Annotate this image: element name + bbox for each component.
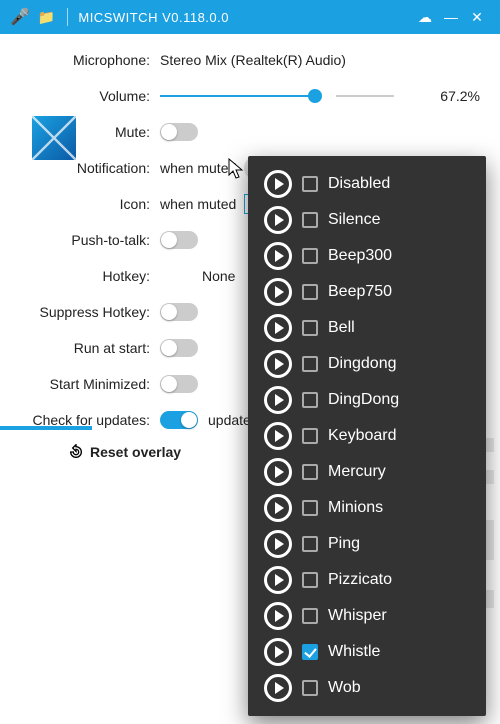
- sound-option[interactable]: Beep750: [248, 274, 486, 310]
- titlebar: 🎤 📁 MICSWITCH V0.118.0.0 ☁ — ✕: [0, 0, 500, 34]
- sound-label: Ping: [328, 535, 360, 553]
- slider-thumb[interactable]: [308, 89, 322, 103]
- run-at-start-toggle[interactable]: [160, 339, 198, 357]
- sound-checkbox[interactable]: [302, 680, 318, 696]
- sound-option[interactable]: Pizzicato: [248, 562, 486, 598]
- sound-option[interactable]: Disabled: [248, 166, 486, 202]
- microphone-value[interactable]: Stereo Mix (Realtek(R) Audio): [160, 52, 480, 68]
- run-at-start-label: Run at start:: [20, 340, 160, 356]
- sound-label: DingDong: [328, 391, 399, 409]
- sound-checkbox[interactable]: [302, 356, 318, 372]
- start-min-toggle[interactable]: [160, 375, 198, 393]
- folder-icon[interactable]: 📁: [38, 9, 55, 26]
- sound-option[interactable]: Beep300: [248, 238, 486, 274]
- sound-checkbox[interactable]: [302, 320, 318, 336]
- start-min-label: Start Minimized:: [20, 376, 160, 392]
- mute-toggle[interactable]: [160, 123, 198, 141]
- ptt-toggle[interactable]: [160, 231, 198, 249]
- app-title: MICSWITCH V0.118.0.0: [78, 10, 229, 25]
- volume-slider[interactable]: [160, 95, 316, 97]
- icon-label: Icon:: [20, 196, 160, 212]
- sound-option[interactable]: Ping: [248, 526, 486, 562]
- play-icon[interactable]: [264, 494, 292, 522]
- sound-checkbox[interactable]: [302, 176, 318, 192]
- play-icon[interactable]: [264, 278, 292, 306]
- sound-label: Pizzicato: [328, 571, 392, 589]
- play-icon[interactable]: [264, 314, 292, 342]
- play-icon[interactable]: [264, 638, 292, 666]
- ptt-label: Push-to-talk:: [20, 232, 160, 248]
- play-icon[interactable]: [264, 350, 292, 378]
- updates-toggle[interactable]: [160, 411, 198, 429]
- sound-label: Bell: [328, 319, 355, 337]
- sound-label: Whisper: [328, 607, 387, 625]
- sound-label: Mercury: [328, 463, 386, 481]
- play-icon[interactable]: [264, 458, 292, 486]
- separator: [67, 8, 68, 26]
- play-icon[interactable]: [264, 422, 292, 450]
- sound-option[interactable]: Whisper: [248, 598, 486, 634]
- play-icon[interactable]: [264, 566, 292, 594]
- sound-label: Dingdong: [328, 355, 397, 373]
- play-icon[interactable]: [264, 206, 292, 234]
- sound-option[interactable]: DingDong: [248, 382, 486, 418]
- sound-option[interactable]: Whistle: [248, 634, 486, 670]
- sound-label: Disabled: [328, 175, 390, 193]
- sound-label: Wob: [328, 679, 361, 697]
- sound-label: Silence: [328, 211, 380, 229]
- cloud-icon[interactable]: ☁: [412, 9, 438, 26]
- play-icon[interactable]: [264, 170, 292, 198]
- suppress-label: Suppress Hotkey:: [20, 304, 160, 320]
- sound-option[interactable]: Bell: [248, 310, 486, 346]
- close-button[interactable]: ✕: [464, 9, 490, 26]
- hotkey-label: Hotkey:: [20, 268, 160, 284]
- sound-dropdown: Disabled Silence Beep300 Beep750 Bell Dingdon…: [248, 156, 486, 716]
- sound-checkbox[interactable]: [302, 248, 318, 264]
- sound-label: Minions: [328, 499, 383, 517]
- sound-checkbox[interactable]: [302, 284, 318, 300]
- sound-option[interactable]: Mercury: [248, 454, 486, 490]
- play-icon[interactable]: [264, 242, 292, 270]
- sound-option[interactable]: Wob: [248, 670, 486, 706]
- sound-option[interactable]: Minions: [248, 490, 486, 526]
- volume-label: Volume:: [20, 88, 160, 104]
- suppress-toggle[interactable]: [160, 303, 198, 321]
- sound-checkbox[interactable]: [302, 608, 318, 624]
- notification-muted-text: when muted: [160, 160, 236, 176]
- sound-option[interactable]: Dingdong: [248, 346, 486, 382]
- play-icon[interactable]: [264, 530, 292, 558]
- play-icon[interactable]: [264, 602, 292, 630]
- play-icon[interactable]: [264, 674, 292, 702]
- sound-option[interactable]: Silence: [248, 202, 486, 238]
- app-logo: [32, 116, 76, 160]
- mic-icon: 🎤: [10, 7, 30, 27]
- sound-checkbox[interactable]: [302, 536, 318, 552]
- sound-checkbox[interactable]: [302, 644, 318, 660]
- sound-checkbox[interactable]: [302, 464, 318, 480]
- minimize-button[interactable]: —: [438, 9, 464, 25]
- volume-percent: 67.2%: [406, 88, 480, 104]
- sound-option[interactable]: Keyboard: [248, 418, 486, 454]
- sound-label: Keyboard: [328, 427, 397, 445]
- sound-checkbox[interactable]: [302, 572, 318, 588]
- icon-muted-text: when muted: [160, 196, 236, 212]
- notification-label: Notification:: [20, 160, 160, 176]
- sound-label: Beep750: [328, 283, 392, 301]
- sound-checkbox[interactable]: [302, 500, 318, 516]
- play-icon[interactable]: [264, 386, 292, 414]
- sound-checkbox[interactable]: [302, 392, 318, 408]
- microphone-label: Microphone:: [20, 52, 160, 68]
- sound-label: Beep300: [328, 247, 392, 265]
- sound-label: Whistle: [328, 643, 380, 661]
- sound-checkbox[interactable]: [302, 428, 318, 444]
- sound-checkbox[interactable]: [302, 212, 318, 228]
